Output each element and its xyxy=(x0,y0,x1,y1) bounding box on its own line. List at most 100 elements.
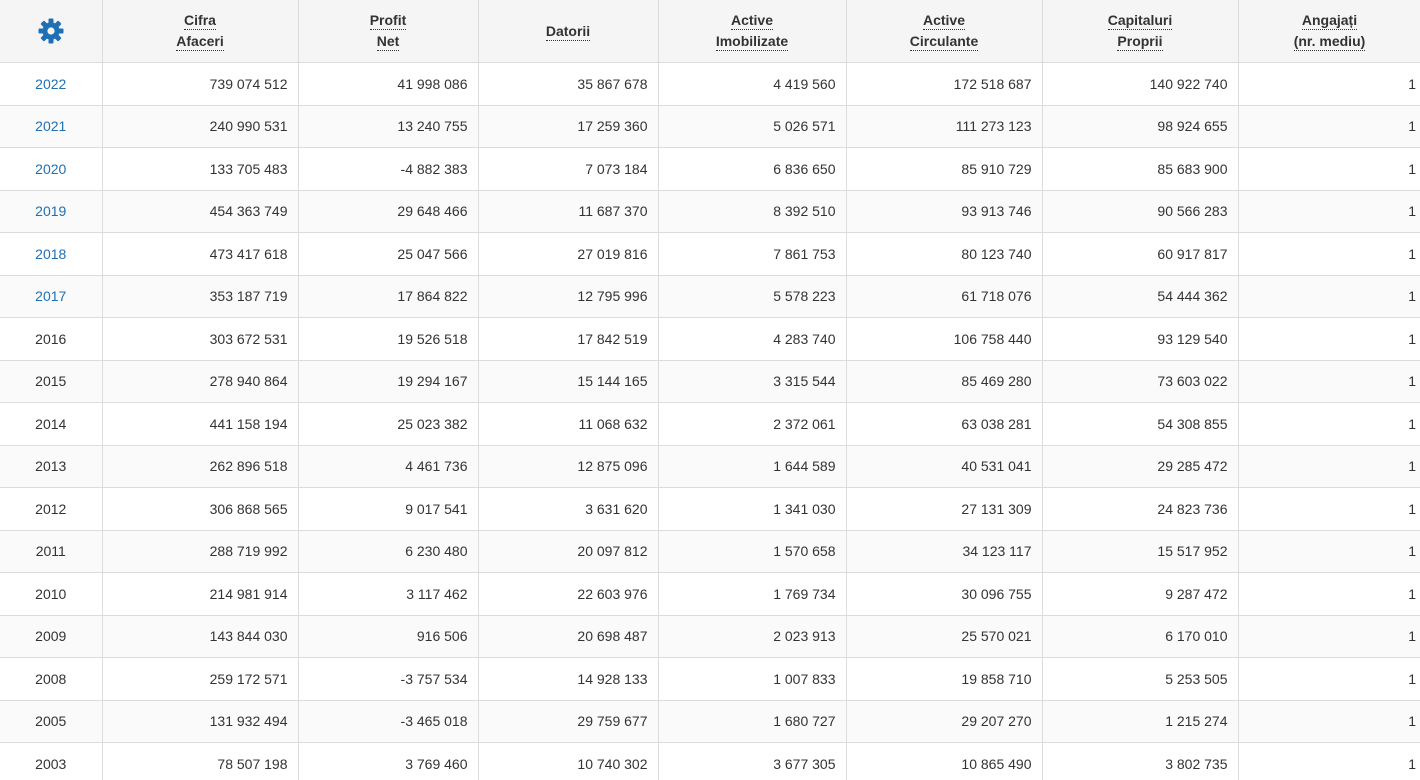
year-link[interactable]: 2019 xyxy=(35,203,66,219)
value-cell: 7 861 753 xyxy=(657,232,847,276)
value-cell: 2 372 061 xyxy=(657,402,847,446)
column-header-label: Datorii xyxy=(545,22,591,41)
value-cell: 11 687 370 xyxy=(477,189,659,233)
column-header-label: Circulante xyxy=(909,33,979,51)
column-header-label: Proprii xyxy=(1117,33,1163,51)
value-cell: 20 698 487 xyxy=(477,614,659,658)
value-cell: 29 648 466 xyxy=(297,189,479,233)
table-row: 2008 259 172 571 -3 757 534 14 928 133 1 007… xyxy=(0,657,1420,701)
value-cell: 1 xyxy=(1237,274,1420,318)
value-cell: 14 928 133 xyxy=(477,657,659,701)
year-link[interactable]: 2018 xyxy=(35,246,66,262)
table-row: 2015 278 940 864 19 294 167 15 144 165 3 315… xyxy=(0,359,1420,403)
value-cell: 90 566 283 xyxy=(1041,189,1239,233)
value-cell: 5 578 223 xyxy=(657,274,847,318)
year-label: 2012 xyxy=(35,500,67,517)
value-cell: 1 xyxy=(1237,147,1420,191)
value-cell: -4 882 383 xyxy=(297,147,479,191)
value-cell: 1 570 658 xyxy=(657,529,847,573)
value-cell: 306 868 565 xyxy=(101,487,299,531)
value-cell: 85 683 900 xyxy=(1041,147,1239,191)
column-header-label: (nr. mediu) xyxy=(1293,33,1366,51)
year-link[interactable]: 2022 xyxy=(35,76,66,92)
year-cell[interactable]: 2021 xyxy=(0,104,103,148)
value-cell: 29 285 472 xyxy=(1041,444,1239,488)
value-cell: 441 158 194 xyxy=(101,402,299,446)
column-header[interactable]: Profit Net xyxy=(297,0,479,63)
value-cell: 80 123 740 xyxy=(845,232,1043,276)
value-cell: 41 998 086 xyxy=(297,62,479,106)
year-label: 2013 xyxy=(35,458,67,475)
value-cell: 22 603 976 xyxy=(477,572,659,616)
year-link[interactable]: 2017 xyxy=(35,288,66,304)
value-cell: 35 867 678 xyxy=(477,62,659,106)
value-cell: 19 526 518 xyxy=(297,317,479,361)
year-label: 2009 xyxy=(35,628,67,645)
value-cell: 5 026 571 xyxy=(657,104,847,148)
column-header[interactable]: Datorii xyxy=(477,0,659,63)
table-row: 2020 133 705 483 -4 882 383 7 073 184 6 836 … xyxy=(0,147,1420,191)
value-cell: 61 718 076 xyxy=(845,274,1043,318)
year-cell: 2003 xyxy=(0,742,103,780)
value-cell: 4 419 560 xyxy=(657,62,847,106)
financial-table: Cifra Afaceri Profit Net Datorii Active Imobil… xyxy=(0,0,1420,780)
year-link[interactable]: 2021 xyxy=(35,118,66,134)
year-cell[interactable]: 2020 xyxy=(0,147,103,191)
column-header[interactable]: Angajați (nr. mediu) xyxy=(1237,0,1420,63)
year-cell[interactable]: 2017 xyxy=(0,274,103,318)
year-label: 2010 xyxy=(35,585,67,602)
table-row: 2014 441 158 194 25 023 382 11 068 632 2 372… xyxy=(0,402,1420,446)
value-cell: 11 068 632 xyxy=(477,402,659,446)
year-link[interactable]: 2020 xyxy=(35,161,66,177)
value-cell: 60 917 817 xyxy=(1041,232,1239,276)
column-header[interactable]: Capitaluri Proprii xyxy=(1041,0,1239,63)
year-cell: 2016 xyxy=(0,317,103,361)
table-row: 2019 454 363 749 29 648 466 11 687 370 8 392… xyxy=(0,189,1420,233)
year-cell: 2008 xyxy=(0,657,103,701)
year-cell: 2013 xyxy=(0,444,103,488)
gear-icon[interactable] xyxy=(37,17,65,45)
value-cell: 12 795 996 xyxy=(477,274,659,318)
value-cell: 78 507 198 xyxy=(101,742,299,780)
value-cell: 15 144 165 xyxy=(477,359,659,403)
value-cell: 454 363 749 xyxy=(101,189,299,233)
value-cell: 1 xyxy=(1237,614,1420,658)
value-cell: 214 981 914 xyxy=(101,572,299,616)
value-cell: 17 864 822 xyxy=(297,274,479,318)
column-header[interactable]: Active Imobilizate xyxy=(657,0,847,63)
value-cell: 20 097 812 xyxy=(477,529,659,573)
value-cell: 240 990 531 xyxy=(101,104,299,148)
value-cell: 473 417 618 xyxy=(101,232,299,276)
table-row: 2013 262 896 518 4 461 736 12 875 096 1 644 … xyxy=(0,444,1420,488)
year-cell: 2005 xyxy=(0,699,103,743)
value-cell: 1 xyxy=(1237,62,1420,106)
value-cell: 1 644 589 xyxy=(657,444,847,488)
table-row: 2022 739 074 512 41 998 086 35 867 678 4 419… xyxy=(0,62,1420,106)
value-cell: 19 294 167 xyxy=(297,359,479,403)
year-cell[interactable]: 2019 xyxy=(0,189,103,233)
value-cell: 172 518 687 xyxy=(845,62,1043,106)
year-cell[interactable]: 2018 xyxy=(0,232,103,276)
value-cell: 54 444 362 xyxy=(1041,274,1239,318)
value-cell: 106 758 440 xyxy=(845,317,1043,361)
year-label: 2016 xyxy=(35,330,67,347)
year-cell[interactable]: 2022 xyxy=(0,62,103,106)
value-cell: 259 172 571 xyxy=(101,657,299,701)
column-header[interactable]: Cifra Afaceri xyxy=(101,0,299,63)
value-cell: 1 xyxy=(1237,359,1420,403)
value-cell: 133 705 483 xyxy=(101,147,299,191)
value-cell: 25 023 382 xyxy=(297,402,479,446)
value-cell: 54 308 855 xyxy=(1041,402,1239,446)
value-cell: 1 xyxy=(1237,232,1420,276)
value-cell: 1 007 833 xyxy=(657,657,847,701)
value-cell: 34 123 117 xyxy=(845,529,1043,573)
value-cell: 19 858 710 xyxy=(845,657,1043,701)
table-row: 2009 143 844 030 916 506 20 698 487 2 023 91… xyxy=(0,614,1420,658)
value-cell: 3 117 462 xyxy=(297,572,479,616)
value-cell: 916 506 xyxy=(297,614,479,658)
column-header-label: Capitaluri xyxy=(1107,12,1173,30)
value-cell: -3 757 534 xyxy=(297,657,479,701)
value-cell: 1 xyxy=(1237,699,1420,743)
value-cell: 9 287 472 xyxy=(1041,572,1239,616)
column-header[interactable]: Active Circulante xyxy=(845,0,1043,63)
